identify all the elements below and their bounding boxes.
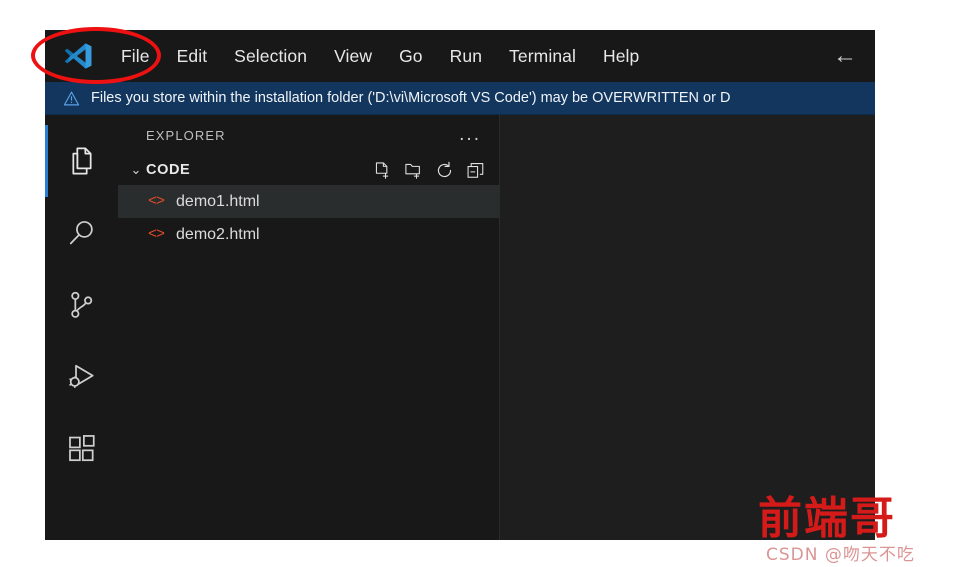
menu-item-go[interactable]: Go [389,42,433,71]
file-label: demo2.html [176,225,260,243]
menu-item-view[interactable]: View [324,42,382,71]
explorer-sidebar: EXPLORER ... ⌄ CODE <> demo1.html <> dem… [118,115,500,540]
activity-item-run-debug[interactable] [45,341,118,413]
file-row-demo2[interactable]: <> demo2.html [118,218,499,251]
notification-banner: Files you store within the installation … [45,82,875,115]
watermark-sub: CSDN @吻天不吃 [766,545,915,565]
menu-bar: File Edit Selection View Go Run Terminal… [45,30,875,82]
explorer-header: EXPLORER ... [118,115,499,155]
warning-triangle-icon [63,91,80,105]
activity-item-extensions[interactable] [45,413,118,485]
run-and-debug-icon [68,364,94,388]
active-indicator [45,413,48,485]
arrow-left-icon[interactable]: ← [833,44,857,68]
chevron-down-icon[interactable]: ⌄ [126,162,146,178]
notification-message: Files you store within the installation … [91,90,731,106]
explorer-title: EXPLORER [146,127,226,143]
new-folder-icon[interactable] [404,161,423,180]
menu-item-selection[interactable]: Selection [224,42,317,71]
menu-item-run[interactable]: Run [440,42,492,71]
extensions-icon [68,435,95,462]
activity-bar [45,115,118,540]
folder-section-header[interactable]: ⌄ CODE [118,155,499,185]
vscode-logo-icon[interactable] [63,41,93,71]
menu-item-terminal[interactable]: Terminal [499,42,586,71]
active-indicator [45,125,48,197]
watermark-main: 前端哥 [758,493,896,544]
active-indicator [45,269,48,341]
search-icon [69,221,93,245]
folder-actions [373,161,485,180]
refresh-icon[interactable] [435,161,454,180]
activity-item-explorer[interactable] [45,125,118,197]
new-file-icon[interactable] [373,161,392,180]
file-row-demo1[interactable]: <> demo1.html [118,185,499,218]
collapse-all-icon[interactable] [466,161,485,180]
files-icon [71,147,92,175]
editor-area[interactable] [500,115,875,540]
menu-item-file[interactable]: File [111,42,160,71]
workbench: EXPLORER ... ⌄ CODE <> demo1.html <> dem… [45,115,875,540]
active-indicator [45,341,48,413]
activity-item-search[interactable] [45,197,118,269]
html-file-icon: <> [148,193,165,210]
ellipsis-icon[interactable]: ... [459,125,481,144]
activity-item-source-control[interactable] [45,269,118,341]
menu-item-edit[interactable]: Edit [167,42,218,71]
source-control-branch-icon [70,291,92,318]
menu-item-help[interactable]: Help [593,42,649,71]
active-indicator [45,197,48,269]
folder-name: CODE [146,162,191,178]
file-label: demo1.html [176,192,260,210]
html-file-icon: <> [148,226,165,243]
vscode-window: File Edit Selection View Go Run Terminal… [45,30,875,540]
